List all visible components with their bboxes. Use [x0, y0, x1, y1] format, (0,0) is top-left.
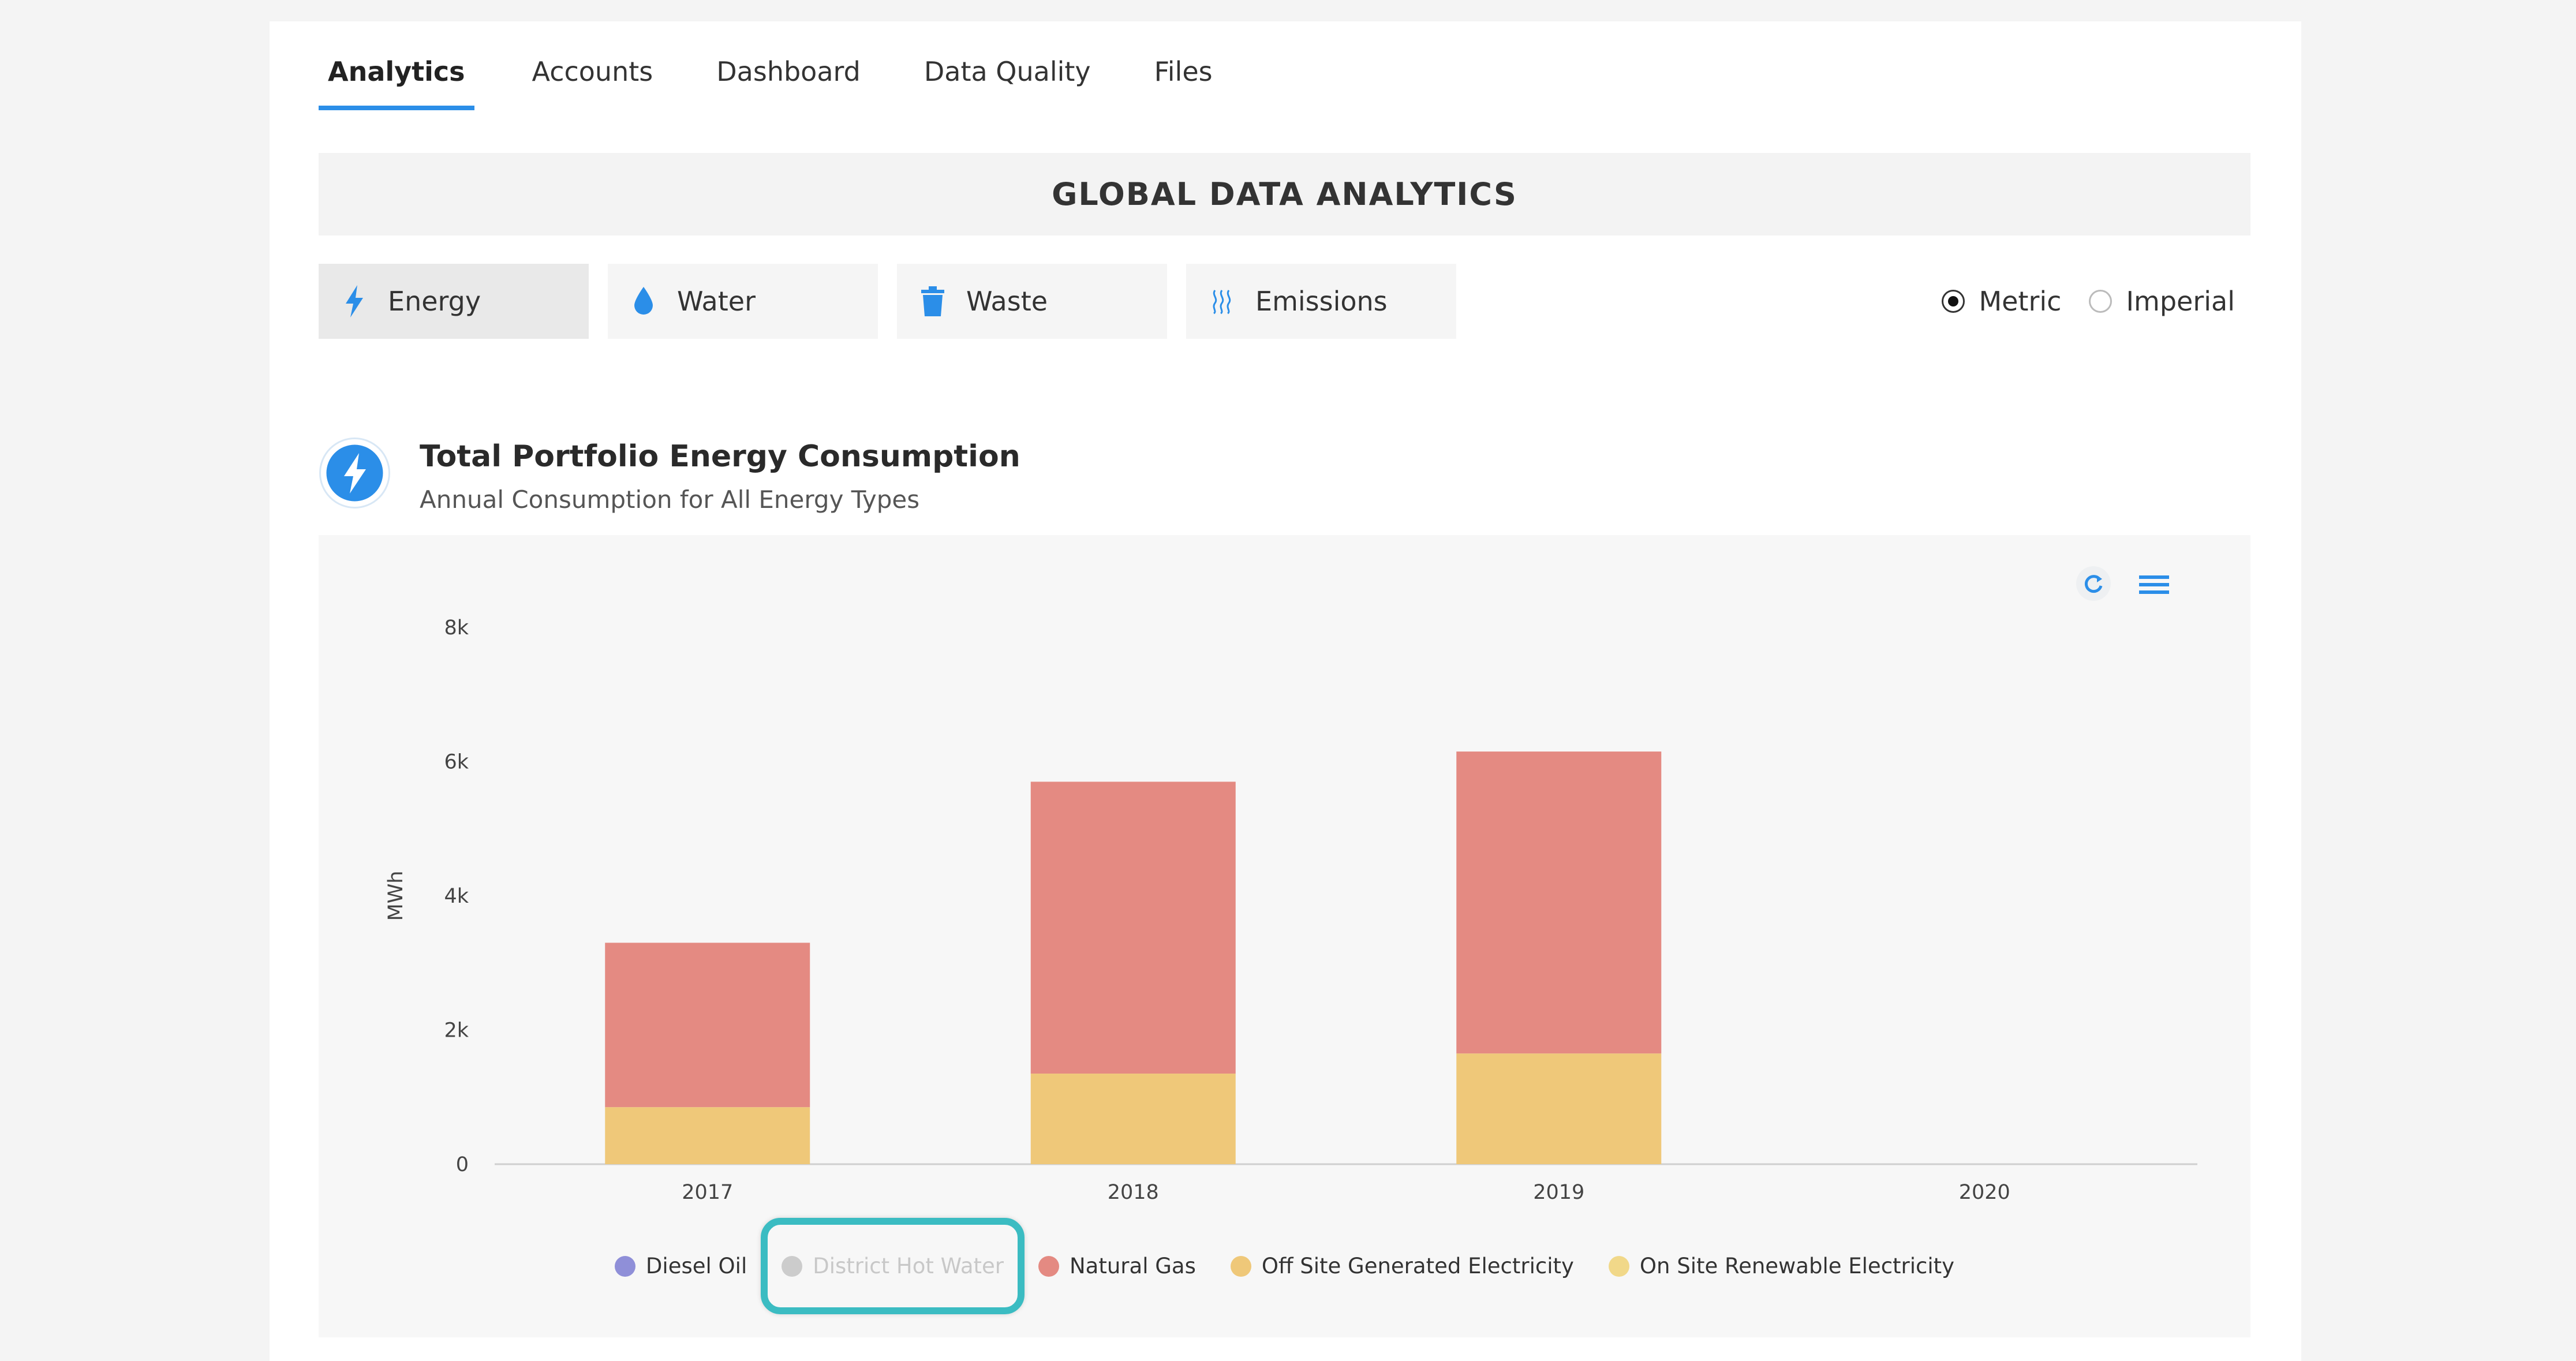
bar-segment [605, 1107, 810, 1164]
chart-header: Total Portfolio Energy Consumption Annua… [319, 437, 1020, 514]
imperial-radio[interactable] [2089, 290, 2113, 313]
legend-item-on-site-renewable-electricity[interactable]: On Site Renewable Electricity [1608, 1254, 1955, 1278]
tab-accounts[interactable]: Accounts [523, 56, 663, 110]
y-tick-label: 8k [444, 616, 469, 640]
legend-item-district-hot-water[interactable]: District Hot Water [761, 1218, 1025, 1314]
trash-icon [920, 285, 945, 317]
imperial-label: Imperial [2126, 286, 2235, 317]
legend-label: District Hot Water [813, 1254, 1004, 1278]
x-tick-label: 2017 [682, 1181, 733, 1204]
legend-dot [614, 1255, 635, 1277]
legend-dot [1230, 1255, 1251, 1277]
category-emissions-button[interactable]: Emissions [1186, 264, 1456, 339]
x-tick-label: 2020 [1959, 1181, 2010, 1204]
legend-dot [1038, 1255, 1059, 1277]
bar-segment [1456, 1053, 1662, 1164]
category-selector: Energy Water Waste Emissions [319, 264, 1475, 339]
y-tick-label: 4k [444, 885, 469, 908]
refresh-icon[interactable] [2075, 565, 2112, 602]
category-waste-label: Waste [966, 286, 1048, 317]
tab-dashboard[interactable]: Dashboard [707, 56, 870, 110]
y-tick-label: 2k [444, 1019, 469, 1042]
bar-segment [1030, 782, 1236, 1074]
energy-bar-chart: 0 2k 4k 6k 8k MWh 2017 2018 2019 2020 [384, 616, 2197, 1204]
legend-item-diesel-oil[interactable]: Diesel Oil [614, 1254, 747, 1278]
tab-data-quality[interactable]: Data Quality [915, 56, 1100, 110]
y-tick-label: 0 [456, 1153, 469, 1176]
legend-label: Off Site Generated Electricity [1261, 1254, 1574, 1278]
water-drop-icon [631, 285, 656, 317]
metric-label: Metric [1979, 286, 2062, 317]
category-emissions-label: Emissions [1255, 286, 1388, 317]
metric-radio[interactable] [1942, 290, 1965, 313]
tab-files[interactable]: Files [1145, 56, 1222, 110]
heat-waves-icon [1209, 285, 1235, 317]
lightning-icon [342, 285, 367, 317]
bar-segment [1030, 1074, 1236, 1164]
chart-title: Total Portfolio Energy Consumption [420, 439, 1020, 474]
chart-legend: Diesel Oil District Hot Water Natural Ga… [319, 1218, 2250, 1314]
chart-header-text: Total Portfolio Energy Consumption Annua… [420, 437, 1020, 514]
page-title: GLOBAL DATA ANALYTICS [1052, 176, 1517, 212]
hamburger-menu-icon[interactable] [2137, 567, 2171, 601]
category-water-label: Water [677, 286, 756, 317]
tab-analytics[interactable]: Analytics [319, 56, 474, 110]
legend-item-natural-gas[interactable]: Natural Gas [1038, 1254, 1196, 1278]
unit-selector: Metric Imperial [1942, 286, 2235, 317]
legend-label: Natural Gas [1070, 1254, 1196, 1278]
x-tick-label: 2019 [1533, 1181, 1584, 1204]
chart-panel: 0 2k 4k 6k 8k MWh 2017 2018 2019 2020 Diesel Oil … [319, 535, 2250, 1337]
legend-item-off-site-generated-electricity[interactable]: Off Site Generated Electricity [1230, 1254, 1574, 1278]
analytics-card: Analytics Accounts Dashboard Data Qualit… [270, 21, 2301, 1361]
bar-segment [1456, 751, 1662, 1054]
y-tick-label: 6k [444, 751, 469, 774]
main-tabs: Analytics Accounts Dashboard Data Qualit… [319, 56, 1267, 110]
category-waste-button[interactable]: Waste [897, 264, 1167, 339]
category-energy-label: Energy [388, 286, 481, 317]
category-water-button[interactable]: Water [608, 264, 878, 339]
legend-dot [782, 1255, 803, 1277]
x-tick-label: 2018 [1108, 1181, 1159, 1204]
category-energy-button[interactable]: Energy [319, 264, 589, 339]
legend-dot [1608, 1255, 1629, 1277]
page-title-banner: GLOBAL DATA ANALYTICS [319, 153, 2250, 235]
bar-segment [605, 943, 810, 1108]
y-axis-label: MWh [384, 871, 407, 921]
lightning-circle-icon [319, 438, 390, 508]
legend-label: Diesel Oil [645, 1254, 747, 1278]
chart-subtitle: Annual Consumption for All Energy Types [420, 485, 920, 514]
legend-label: On Site Renewable Electricity [1639, 1254, 1955, 1278]
